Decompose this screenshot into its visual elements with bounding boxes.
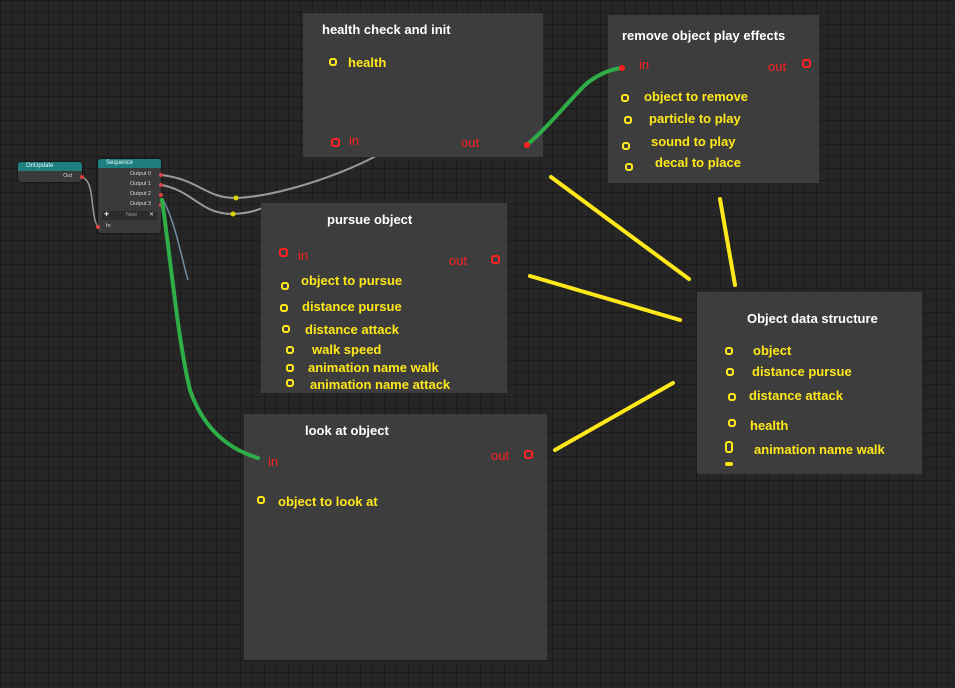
field-marker [329, 58, 337, 66]
field-label: walk speed [312, 342, 382, 357]
field-label: object to remove [644, 89, 749, 104]
in-label: in [349, 133, 360, 148]
onupdate-node-title: OnUpdate [18, 162, 82, 171]
panel-title: remove object play effects [622, 28, 786, 43]
panel-title: look at object [305, 423, 389, 438]
panel-remove-object: remove object play effects in out object… [608, 15, 819, 183]
add-icon[interactable]: ✚ [104, 211, 109, 218]
field-label: object to pursue [301, 273, 403, 288]
out-label: out [461, 135, 480, 150]
out-marker [802, 59, 811, 68]
sequence-in-socket[interactable] [96, 225, 100, 229]
link-output2 [161, 197, 189, 281]
out-label: out [768, 59, 787, 74]
field-label: particle to play [649, 111, 741, 126]
close-icon[interactable]: ✕ [149, 211, 154, 218]
field-label: distance pursue [752, 364, 852, 379]
onupdate-out-label: Out [63, 173, 72, 179]
field-marker [257, 496, 265, 504]
link-output1 [161, 184, 263, 216]
field-marker [286, 379, 294, 387]
sequence-output-socket[interactable] [159, 193, 163, 197]
field-marker [286, 364, 294, 372]
sequence-output-label: Output 1 [129, 181, 151, 187]
sequence-output-socket[interactable] [159, 183, 163, 187]
panel-health-check: health check and init health in out [303, 13, 543, 157]
field-label: object [753, 343, 792, 358]
in-label: in [268, 454, 279, 469]
out-label: out [449, 253, 468, 268]
onupdate-out-socket[interactable] [80, 175, 84, 179]
field-marker [622, 142, 630, 150]
panel-title: health check and init [322, 22, 451, 37]
link-output0 [161, 155, 377, 200]
in-marker [331, 138, 340, 147]
field-marker [728, 419, 736, 427]
field-label: distance attack [749, 388, 843, 403]
field-marker [624, 116, 632, 124]
field-marker [726, 368, 734, 376]
in-label: in [639, 57, 650, 72]
sequence-node-title: Sequence [98, 159, 161, 168]
out-marker [491, 255, 500, 264]
field-marker [281, 282, 289, 290]
sequence-new-output-row: ✚ New ✕ [102, 211, 157, 220]
sequence-node[interactable]: Sequence Output 0 Output 1 Output 2 Outp… [96, 159, 163, 233]
out-label: out [491, 448, 510, 463]
sequence-in-label: In [106, 223, 111, 229]
field-label: object to look at [278, 494, 378, 509]
field-label: animation name attack [310, 377, 451, 392]
field-label: health [750, 418, 789, 433]
field-marker [625, 163, 633, 171]
panel-title: pursue object [327, 212, 413, 227]
field-marker [286, 346, 294, 354]
field-label: distance attack [305, 322, 399, 337]
onupdate-node[interactable]: OnUpdate Out [18, 162, 84, 182]
field-label: health [348, 55, 387, 70]
in-label: in [298, 248, 309, 263]
sequence-output-label: Output 0 [129, 171, 151, 177]
panel-title: Object data structure [747, 311, 878, 326]
reroute-dot [233, 195, 239, 201]
panel-pursue-object: pursue object in out object to pursue di… [261, 203, 507, 393]
sequence-output-label: Output 3 [129, 201, 151, 207]
field-marker [280, 304, 288, 312]
field-marker [728, 393, 736, 401]
out-marker [524, 450, 533, 459]
field-marker [621, 94, 629, 102]
reroute-dot [230, 211, 236, 217]
panel-look-at-object: look at object in out object to look at [244, 414, 547, 660]
field-label: decal to place [655, 155, 741, 170]
field-marker [725, 347, 733, 355]
field-label: sound to play [651, 134, 736, 149]
link-onupdate-in [83, 177, 99, 228]
field-label: distance pursue [302, 299, 402, 314]
field-label: animation name walk [308, 360, 439, 375]
field-marker [282, 325, 290, 333]
sequence-output-socket[interactable] [159, 173, 163, 177]
new-output-button[interactable]: New [126, 212, 137, 218]
panel-object-data-structure: Object data structure object distance pu… [697, 292, 922, 474]
field-label: animation name walk [754, 442, 885, 457]
sequence-output-socket[interactable] [159, 203, 163, 207]
in-marker [279, 248, 288, 257]
sequence-output-label: Output 2 [129, 191, 151, 197]
field-marker [725, 441, 733, 453]
field-marker [725, 462, 733, 466]
